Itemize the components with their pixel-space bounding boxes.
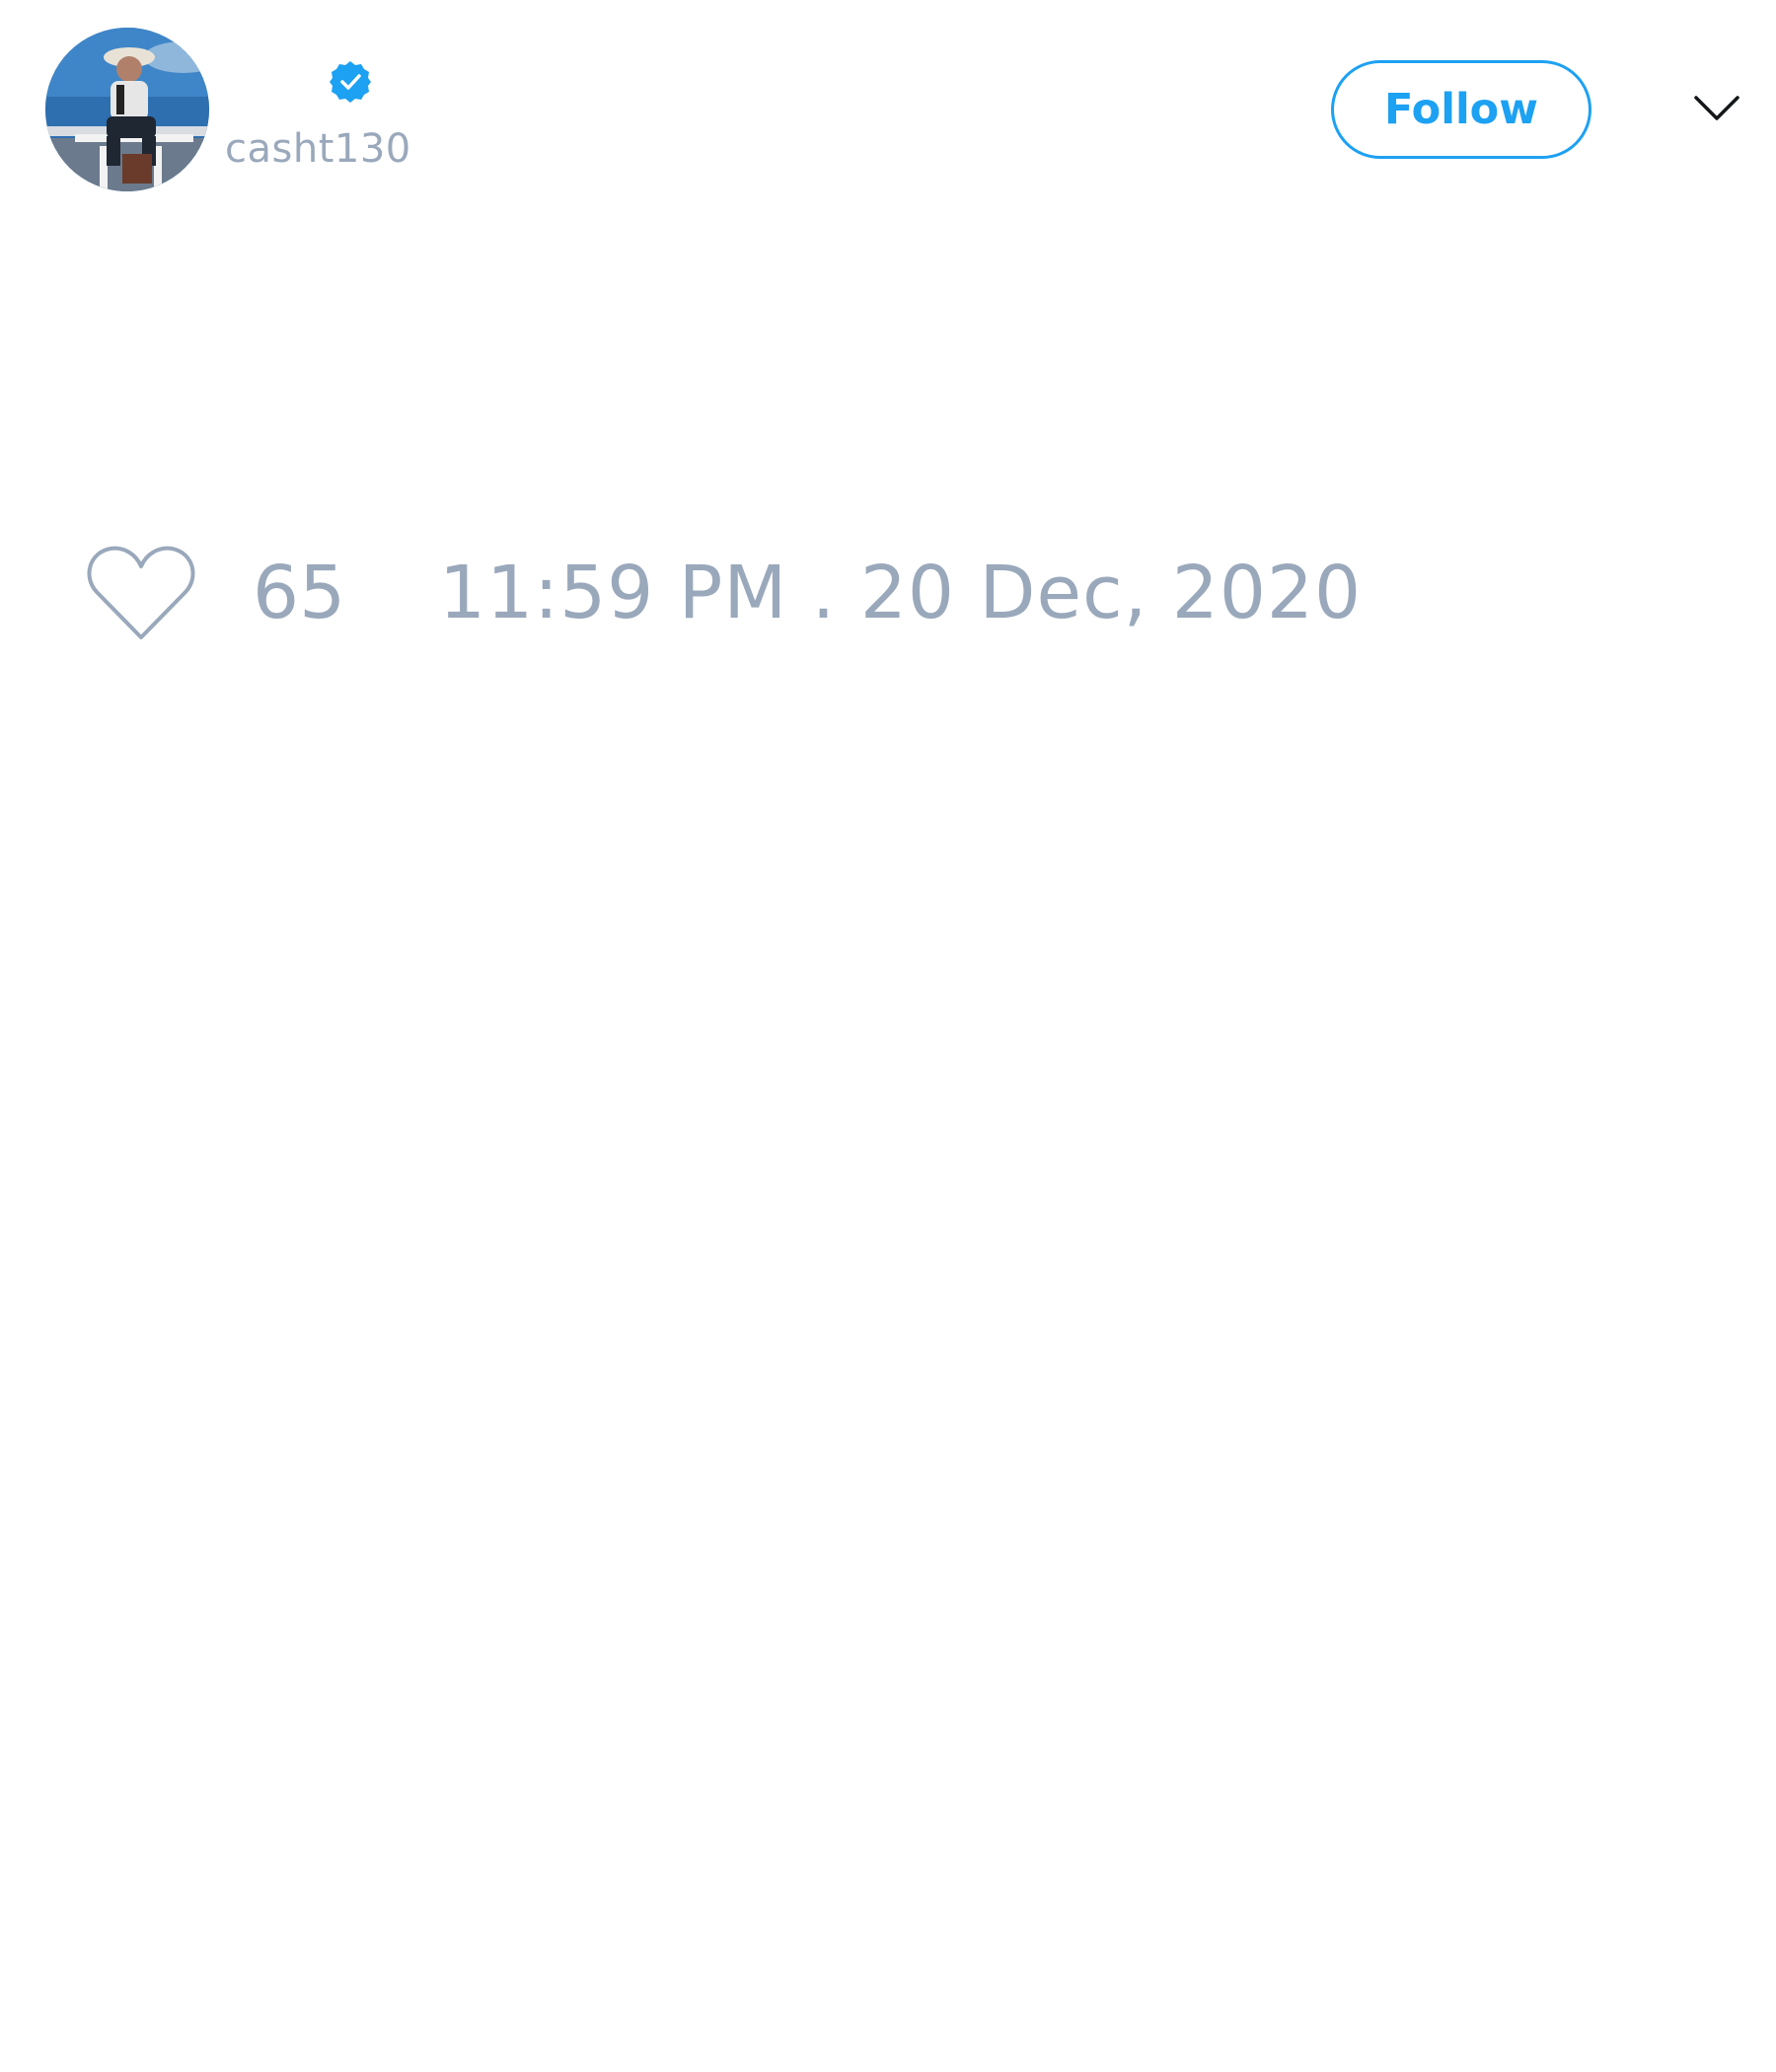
avatar-image [45,28,209,191]
chevron-down-icon[interactable] [1693,93,1740,124]
heart-icon[interactable] [87,545,195,641]
tweet-header: casht130 Follow [0,0,1776,217]
follow-button[interactable]: Follow [1331,60,1591,159]
display-name-row [225,54,373,110]
like-count: 65 [253,551,346,635]
tweet-actions: 65 11:59 PM . 20 Dec, 2020 [0,533,1776,651]
verified-badge-icon [330,61,371,103]
avatar[interactable] [45,28,209,191]
username[interactable]: casht130 [225,126,411,172]
tweet-timestamp[interactable]: 11:59 PM . 20 Dec, 2020 [439,551,1362,635]
